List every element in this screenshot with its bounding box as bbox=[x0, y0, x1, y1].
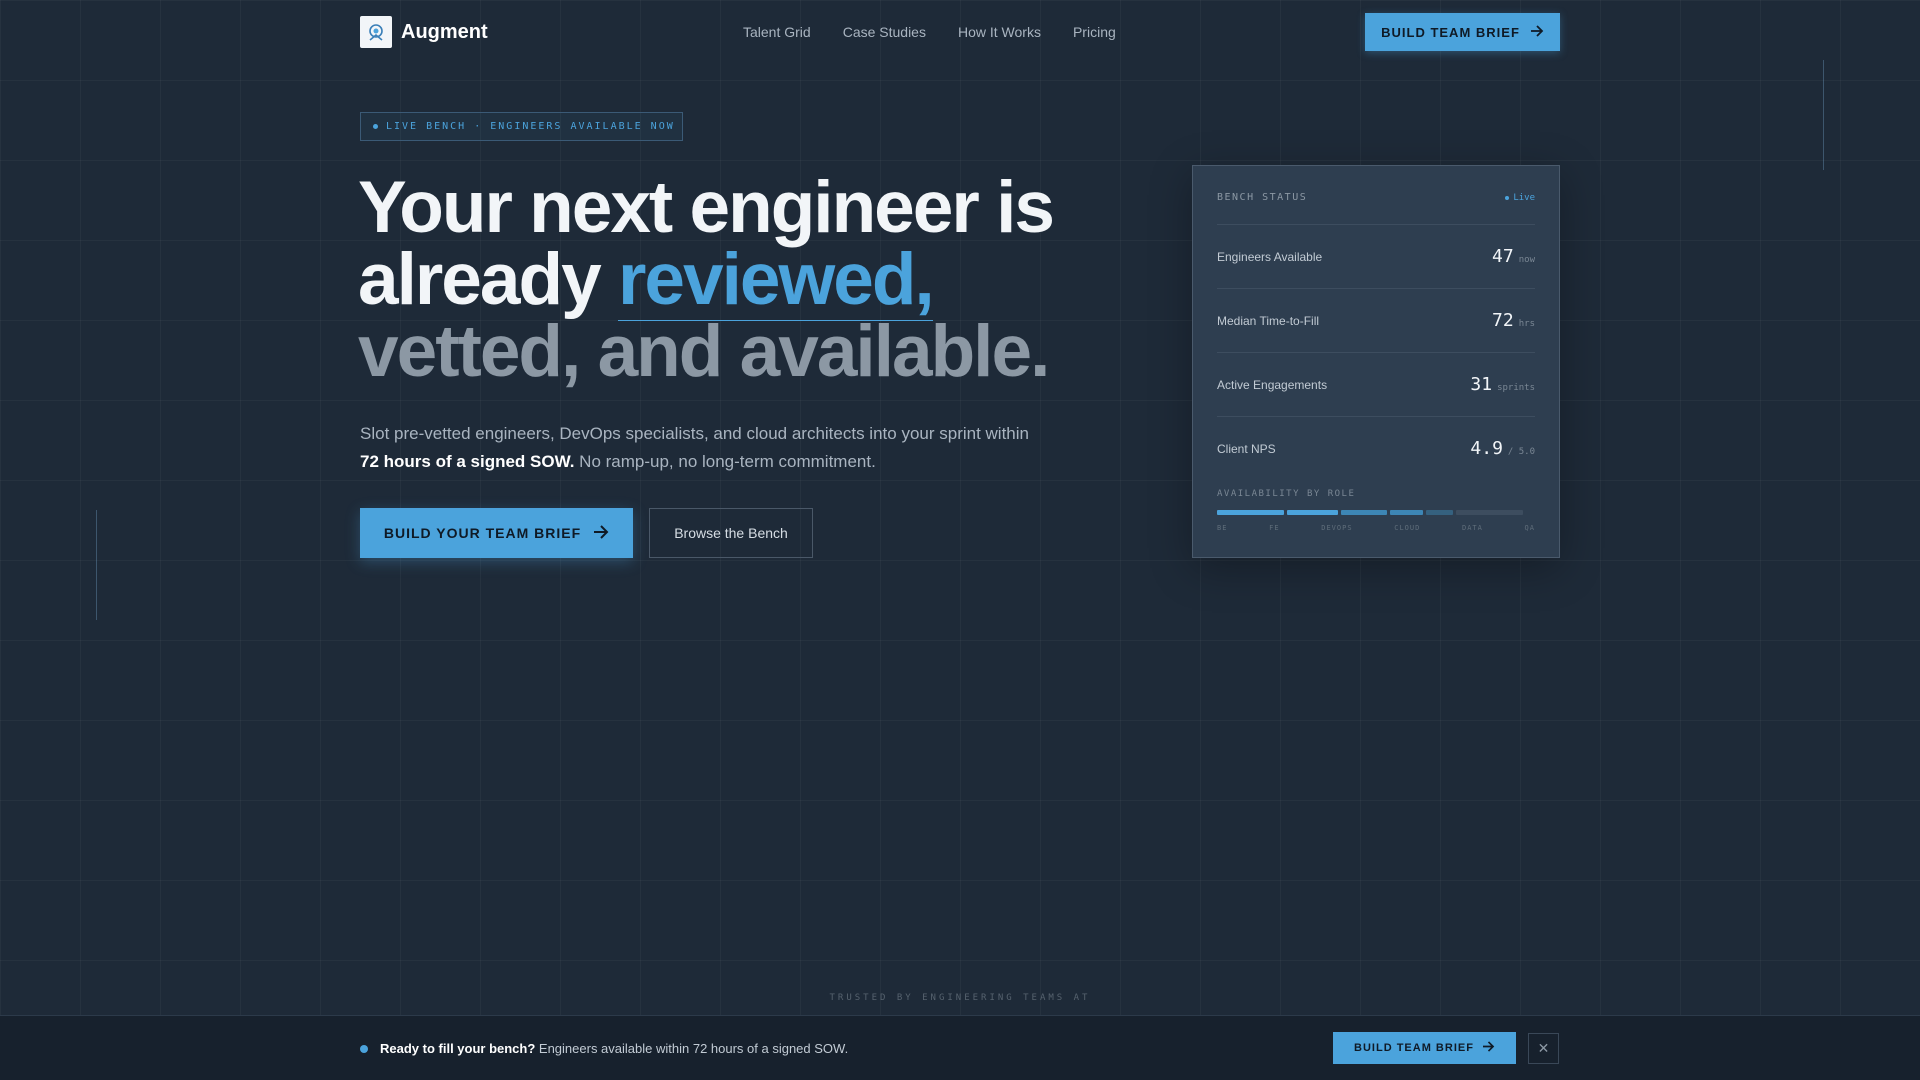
availability-bar bbox=[1217, 510, 1535, 515]
stat-row-active-engagements: Active Engagements 31 sprints bbox=[1217, 352, 1535, 416]
brand-logo[interactable]: Augment bbox=[360, 16, 488, 48]
accent-line bbox=[96, 510, 97, 620]
stat-label: Engineers Available bbox=[1217, 249, 1323, 264]
nav-link-pricing[interactable]: Pricing bbox=[1073, 24, 1116, 40]
nav-build-team-brief-button[interactable]: BUILD TEAM BRIEF bbox=[1365, 13, 1560, 51]
availability-segment-data bbox=[1425, 510, 1454, 515]
stat-label: Active Engagements bbox=[1217, 377, 1328, 392]
arrow-right-icon bbox=[593, 524, 609, 542]
nav-link-how-it-works[interactable]: How It Works bbox=[958, 24, 1041, 40]
trusted-by-label: TRUSTED BY ENGINEERING TEAMS AT bbox=[829, 993, 1091, 1003]
arrow-right-icon bbox=[1530, 24, 1544, 40]
hero-subtext: Slot pre-vetted engineers, DevOps specia… bbox=[360, 420, 1080, 476]
live-indicator: Live bbox=[1505, 192, 1535, 203]
stat-number: 72 bbox=[1492, 310, 1514, 331]
live-dot-icon bbox=[1505, 195, 1510, 200]
availability-title: AVAILABILITY BY ROLE bbox=[1217, 489, 1356, 499]
availability-segment-fe bbox=[1286, 510, 1339, 515]
stat-row-engineers-available: Engineers Available 47 now bbox=[1217, 224, 1535, 288]
availability-segment-devops bbox=[1341, 510, 1387, 515]
stat-value: 72 hrs bbox=[1492, 310, 1535, 331]
role-label-data: DATA bbox=[1462, 524, 1483, 532]
badge-text: LIVE BENCH · ENGINEERS AVAILABLE NOW bbox=[386, 121, 675, 132]
arrow-right-icon bbox=[1482, 1041, 1495, 1055]
grid-background bbox=[0, 0, 1920, 1080]
live-bench-badge: LIVE BENCH · ENGINEERS AVAILABLE NOW bbox=[360, 112, 683, 141]
stat-number: 31 bbox=[1470, 374, 1493, 395]
live-label: Live bbox=[1513, 192, 1535, 203]
stat-label: Median Time-to-Fill bbox=[1217, 313, 1320, 328]
bottom-bar-message: Ready to fill your bench? Engineers avai… bbox=[380, 1041, 848, 1056]
headline-line-1: Your next engineer is bbox=[358, 167, 1055, 248]
stat-value: 4.9 / 5.0 bbox=[1470, 438, 1535, 459]
stat-unit: now bbox=[1518, 255, 1535, 265]
bottom-build-team-brief-button[interactable]: BUILD TEAM BRIEF bbox=[1333, 1032, 1516, 1064]
availability-segment-cloud bbox=[1389, 510, 1423, 515]
availability-segment-be bbox=[1217, 510, 1284, 515]
top-nav: Augment Talent Grid Case Studies How It … bbox=[360, 13, 1560, 52]
build-your-team-brief-button[interactable]: BUILD YOUR TEAM BRIEF bbox=[360, 508, 633, 558]
stat-value: 47 now bbox=[1492, 246, 1535, 267]
accent-line bbox=[1823, 60, 1824, 170]
hero-headline: Your next engineer is already reviewed, … bbox=[358, 171, 1118, 388]
stat-number: 47 bbox=[1492, 246, 1514, 267]
card-title: BENCH STATUS bbox=[1217, 192, 1308, 203]
availability-segment-qa bbox=[1456, 510, 1523, 515]
bottom-cta-bar: Ready to fill your bench? Engineers avai… bbox=[0, 1015, 1920, 1080]
stat-unit: hrs bbox=[1518, 319, 1535, 329]
browse-bench-button[interactable]: Browse the Bench bbox=[649, 508, 813, 558]
card-header: BENCH STATUS Live bbox=[1217, 192, 1535, 203]
stat-value: 31 sprints bbox=[1470, 374, 1535, 395]
bottom-cta-label: BUILD TEAM BRIEF bbox=[1354, 1042, 1474, 1054]
primary-cta-label: BUILD YOUR TEAM BRIEF bbox=[383, 525, 582, 541]
nav-links: Talent Grid Case Studies How It Works Pr… bbox=[743, 24, 1116, 40]
role-label-cloud: CLOUD bbox=[1394, 524, 1421, 532]
sub-text: Slot pre-vetted engineers, DevOps specia… bbox=[360, 424, 1029, 443]
live-dot-icon bbox=[373, 124, 378, 129]
sub-bold: 72 hours of a signed SOW. bbox=[360, 452, 575, 471]
brand-name: Augment bbox=[401, 20, 488, 43]
role-label-qa: QA bbox=[1524, 524, 1535, 532]
headline-line-3: vetted, and available. bbox=[358, 311, 1050, 392]
bottom-bar-text: Engineers available within 72 hours of a… bbox=[535, 1041, 849, 1056]
stat-label: Client NPS bbox=[1217, 441, 1276, 456]
nav-link-case-studies[interactable]: Case Studies bbox=[843, 24, 926, 40]
role-label-fe: FE bbox=[1269, 524, 1280, 532]
role-label-be: BE bbox=[1217, 524, 1228, 532]
headline-highlight: reviewed, bbox=[617, 239, 935, 321]
nav-link-talent-grid[interactable]: Talent Grid bbox=[743, 24, 811, 40]
bench-status-card: BENCH STATUS Live Engineers Available 47… bbox=[1192, 165, 1560, 558]
stat-row-client-nps: Client NPS 4.9 / 5.0 bbox=[1217, 416, 1535, 480]
nav-cta-label: BUILD TEAM BRIEF bbox=[1381, 24, 1520, 40]
sub-tail: No ramp-up, no long-term commitment. bbox=[574, 452, 876, 471]
logo-icon bbox=[360, 16, 392, 48]
bottom-bar-bold: Ready to fill your bench? bbox=[380, 1041, 536, 1056]
stat-unit: sprints bbox=[1497, 383, 1535, 393]
stat-number: 4.9 bbox=[1470, 438, 1503, 459]
status-dot-icon bbox=[360, 1045, 368, 1053]
role-label-devops: DEVOPS bbox=[1321, 524, 1353, 532]
close-icon[interactable]: ✕ bbox=[1528, 1033, 1559, 1064]
stat-row-median-time-to-fill: Median Time-to-Fill 72 hrs bbox=[1217, 288, 1535, 352]
availability-labels: BE FE DEVOPS CLOUD DATA QA bbox=[1217, 524, 1535, 532]
headline-line-2-prefix: already bbox=[358, 239, 618, 320]
stat-unit: / 5.0 bbox=[1507, 447, 1535, 457]
